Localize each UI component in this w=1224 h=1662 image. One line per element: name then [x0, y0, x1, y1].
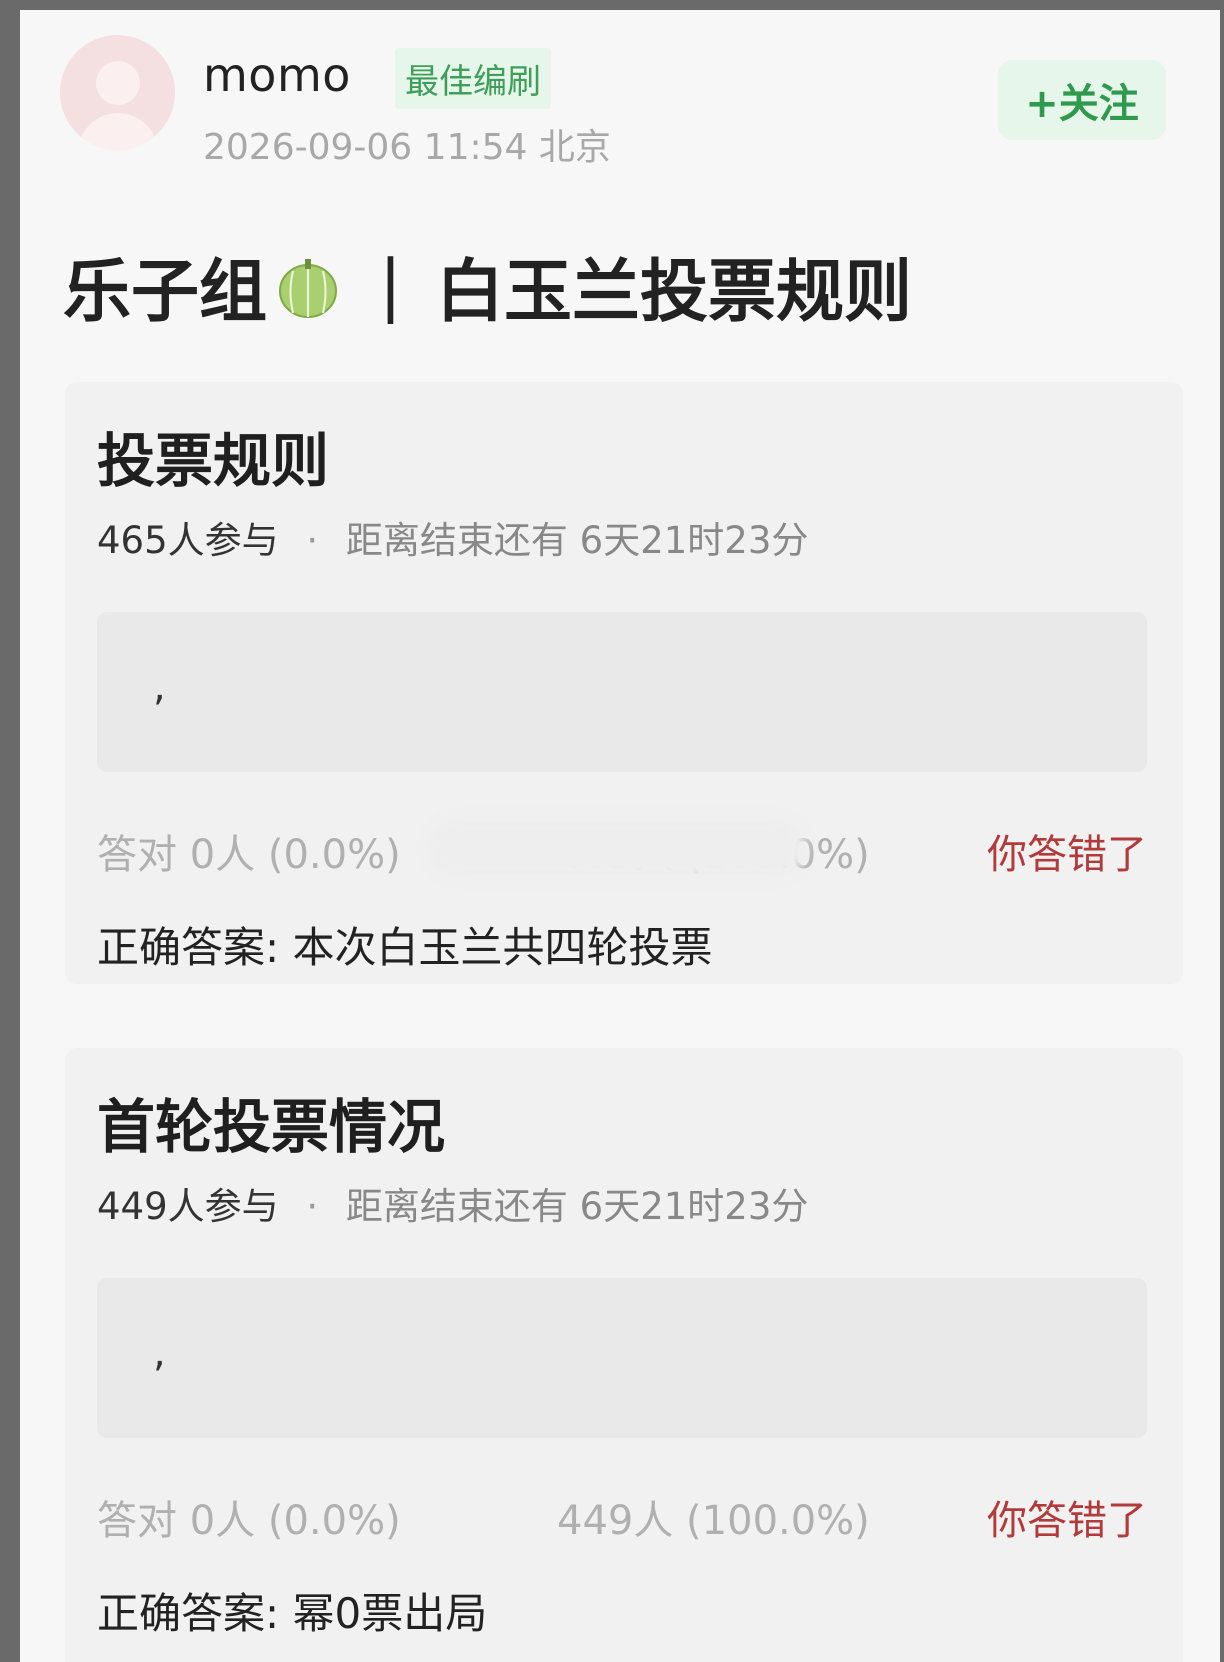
correct-count: 答对 0人 (0.0%) [97, 1498, 401, 1544]
title-right: 白玉兰投票规则 [435, 253, 912, 332]
wrong-count: 449人 (100.0%) [557, 1498, 870, 1544]
post-title: 乐子组 | 白玉兰投票规则 [63, 236, 912, 335]
poll-title: 投票规则 [97, 427, 330, 495]
avatar[interactable] [60, 35, 175, 150]
username[interactable]: momo [203, 48, 351, 102]
stats-dot: · [306, 519, 319, 562]
poll-participants: 465人参与 [97, 519, 279, 562]
poll-stats: 465人参与 · 距离结束还有 6天21时23分 [97, 510, 808, 564]
poll-option-text: , [153, 1330, 166, 1376]
poll-card: 首轮投票情况 449人参与 · 距离结束还有 6天21时23分 , 答对 0人 … [65, 1048, 1183, 1662]
verdict: 你答错了 [987, 832, 1147, 878]
poll-title: 首轮投票情况 [97, 1093, 446, 1161]
poll-participants: 449人参与 [97, 1185, 279, 1228]
poll-remaining: 距离结束还有 6天21时23分 [345, 519, 809, 562]
avatar-body-shape [78, 113, 158, 150]
poll-stats: 449人参与 · 距离结束还有 6天21时23分 [97, 1176, 808, 1230]
stats-dot: · [306, 1185, 319, 1228]
avatar-head-shape [96, 61, 140, 105]
blur-mask [427, 818, 807, 878]
post-page: momo 最佳编刷 2026-09-06 11:54 北京 +关注 乐子组 | … [20, 10, 1220, 1662]
melon-icon [273, 251, 343, 321]
follow-button[interactable]: +关注 [998, 60, 1166, 140]
verdict: 你答错了 [987, 1498, 1147, 1544]
correct-answer: 正确答案: 本次白玉兰共四轮投票 [97, 923, 713, 972]
post-meta: 2026-09-06 11:54 北京 [203, 127, 611, 168]
poll-option[interactable]: , [97, 612, 1147, 772]
correct-count: 答对 0人 (0.0%) [97, 832, 401, 878]
poll-option[interactable]: , [97, 1278, 1147, 1438]
post-header: momo 最佳编刷 2026-09-06 11:54 北京 +关注 [20, 10, 1220, 210]
user-badge: 最佳编刷 [395, 48, 551, 109]
correct-answer: 正确答案: 幂0票出局 [97, 1589, 488, 1638]
title-left: 乐子组 [63, 253, 268, 332]
poll-remaining: 距离结束还有 6天21时23分 [345, 1185, 809, 1228]
title-separator: | [379, 246, 402, 325]
poll-card: 投票规则 465人参与 · 距离结束还有 6天21时23分 , 答对 0人 (0… [65, 382, 1183, 984]
poll-option-text: , [153, 664, 166, 710]
